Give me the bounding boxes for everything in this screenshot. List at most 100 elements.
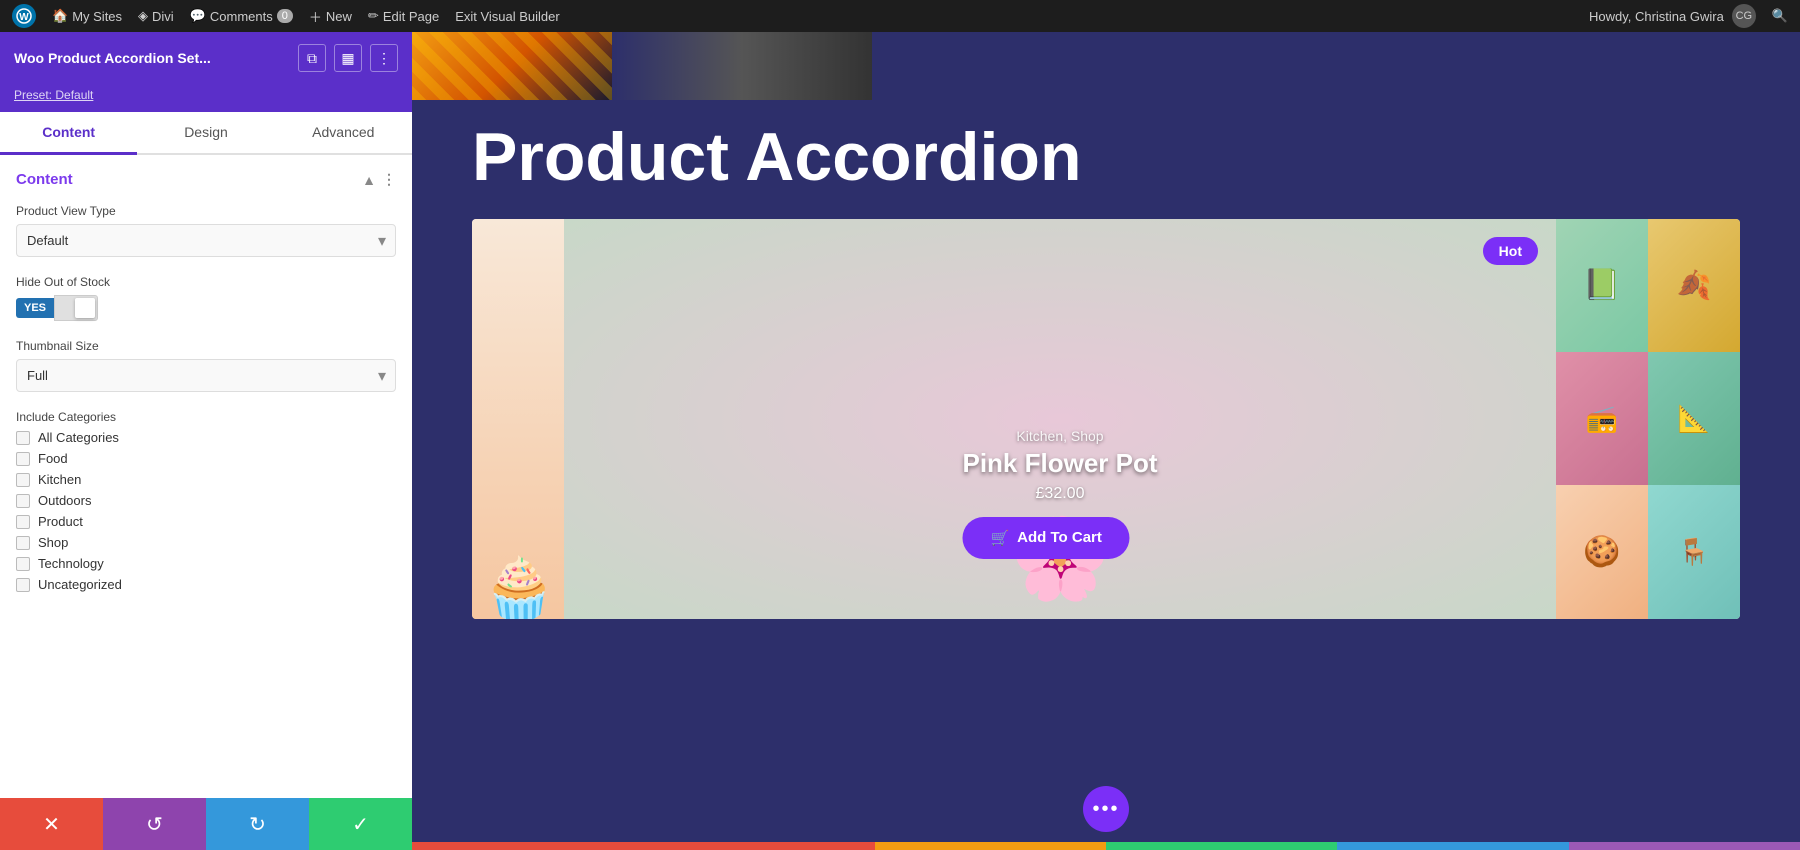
category-item-technology[interactable]: Technology <box>16 556 396 571</box>
top-image-strip <box>412 32 1800 100</box>
hide-out-of-stock-field: Hide Out of Stock YES <box>16 275 396 321</box>
svg-text:W: W <box>19 12 29 23</box>
category-list: All Categories Food Kitchen Outdoors <box>16 430 396 592</box>
comments-count-badge: 0 <box>277 9 293 23</box>
product-price: £32.00 <box>962 485 1157 503</box>
exit-builder-link[interactable]: Exit Visual Builder <box>455 9 560 24</box>
new-menu[interactable]: ＋ New <box>309 7 352 26</box>
category-label-technology: Technology <box>38 556 104 571</box>
color-segment-purple <box>1569 842 1800 850</box>
divi-menu[interactable]: ◈ Divi <box>138 8 174 24</box>
category-checkbox-product[interactable] <box>16 515 30 529</box>
admin-search-icon[interactable]: 🔍 <box>1772 8 1788 24</box>
main-product-image: Hot 🌸 Kitchen, Shop Pink Flower Pot £32.… <box>564 219 1556 619</box>
exit-builder-label: Exit Visual Builder <box>455 9 560 24</box>
expand-icon[interactable]: ⧉ <box>298 44 326 72</box>
comments-label: Comments <box>210 9 273 24</box>
user-avatar: CG <box>1732 4 1756 28</box>
category-checkbox-all[interactable] <box>16 431 30 445</box>
bottom-color-bar <box>412 842 1800 850</box>
cart-icon: 🛒 <box>990 529 1009 547</box>
color-segment-orange <box>875 842 1106 850</box>
thumbnail-size-field: Thumbnail Size Full Medium Small Thumbna… <box>16 339 396 392</box>
product-view-type-select-wrapper: Default <box>16 224 396 257</box>
toggle-yes-label[interactable]: YES <box>16 298 54 318</box>
category-checkbox-outdoors[interactable] <box>16 494 30 508</box>
panel-title: Woo Product Accordion Set... <box>14 50 211 66</box>
category-item-all[interactable]: All Categories <box>16 430 396 445</box>
plus-icon: ＋ <box>309 7 322 26</box>
include-categories-field: Include Categories All Categories Food K… <box>16 410 396 592</box>
user-account-area[interactable]: Howdy, Christina Gwira CG <box>1589 4 1756 28</box>
panel-header-icons: ⧉ ▦ ⋮ <box>298 44 398 72</box>
add-to-cart-button[interactable]: 🛒 Add To Cart <box>962 517 1129 559</box>
content-section-title: Content ▲ ⋮ <box>16 171 396 188</box>
my-sites-icon: 🏠 <box>52 8 68 24</box>
columns-icon[interactable]: ▦ <box>334 44 362 72</box>
category-item-outdoors[interactable]: Outdoors <box>16 493 396 508</box>
thumb-right-4 <box>1648 352 1740 485</box>
cancel-icon: ✕ <box>43 812 60 837</box>
more-options-button[interactable]: ••• <box>1083 786 1129 832</box>
save-button[interactable]: ✓ <box>309 798 412 850</box>
tab-advanced[interactable]: Advanced <box>275 112 412 155</box>
product-name: Pink Flower Pot <box>962 448 1157 479</box>
edit-page-link[interactable]: ✏ Edit Page <box>368 8 439 24</box>
thumbnail-size-label: Thumbnail Size <box>16 339 396 353</box>
category-label-shop: Shop <box>38 535 68 550</box>
category-item-kitchen[interactable]: Kitchen <box>16 472 396 487</box>
section-menu-icon[interactable]: ⋮ <box>382 171 396 188</box>
category-checkbox-technology[interactable] <box>16 557 30 571</box>
thumb-right-1 <box>1556 219 1648 352</box>
category-checkbox-kitchen[interactable] <box>16 473 30 487</box>
category-checkbox-uncategorized[interactable] <box>16 578 30 592</box>
thumbnail-size-select[interactable]: Full Medium Small Thumbnail <box>16 359 396 392</box>
hot-badge: Hot <box>1483 237 1538 265</box>
panel-scrollable-content: Content ▲ ⋮ Product View Type Default Hi… <box>0 155 412 798</box>
redo-button[interactable]: ↻ <box>206 798 309 850</box>
preview-main-heading: Product Accordion <box>412 100 1800 219</box>
howdy-label: Howdy, Christina Gwira <box>1589 9 1724 24</box>
toggle-thumb <box>75 298 95 318</box>
product-view-type-field: Product View Type Default <box>16 204 396 257</box>
edit-page-label: Edit Page <box>383 9 439 24</box>
hide-out-of-stock-label: Hide Out of Stock <box>16 275 396 289</box>
tab-design[interactable]: Design <box>137 112 274 155</box>
hide-out-of-stock-toggle[interactable]: YES <box>16 295 396 321</box>
my-sites-menu[interactable]: 🏠 My Sites <box>52 8 122 24</box>
product-view-type-select[interactable]: Default <box>16 224 396 257</box>
pencil-icon: ✏ <box>368 8 379 24</box>
collapse-section-icon[interactable]: ▲ <box>362 172 376 188</box>
category-checkbox-food[interactable] <box>16 452 30 466</box>
preview-content: Product Accordion Hot 🌸 Kitch <box>412 32 1800 850</box>
category-item-food[interactable]: Food <box>16 451 396 466</box>
comments-menu[interactable]: 💬 Comments 0 <box>190 8 293 24</box>
more-menu-icon[interactable]: ⋮ <box>370 44 398 72</box>
category-item-uncategorized[interactable]: Uncategorized <box>16 577 396 592</box>
toggle-track[interactable] <box>54 295 98 321</box>
category-label-kitchen: Kitchen <box>38 472 81 487</box>
add-to-cart-label: Add To Cart <box>1017 529 1102 546</box>
include-categories-label: Include Categories <box>16 410 396 424</box>
undo-button[interactable]: ↺ <box>103 798 206 850</box>
preset-bar: Preset: Default <box>0 84 412 112</box>
wordpress-logo-icon[interactable]: W <box>12 4 36 28</box>
redo-icon: ↻ <box>249 812 266 837</box>
category-item-shop[interactable]: Shop <box>16 535 396 550</box>
product-view-type-label: Product View Type <box>16 204 396 218</box>
new-label: New <box>326 9 352 24</box>
preset-label[interactable]: Preset: Default <box>14 88 93 102</box>
comment-icon: 💬 <box>190 8 206 24</box>
product-info-overlay: Kitchen, Shop Pink Flower Pot £32.00 🛒 A… <box>962 428 1157 559</box>
undo-icon: ↺ <box>146 812 163 837</box>
category-item-product[interactable]: Product <box>16 514 396 529</box>
divi-label: Divi <box>152 9 174 24</box>
tab-content[interactable]: Content <box>0 112 137 155</box>
color-segment-green <box>1106 842 1337 850</box>
cancel-button[interactable]: ✕ <box>0 798 103 850</box>
category-checkbox-shop[interactable] <box>16 536 30 550</box>
thumb-right-6 <box>1648 485 1740 618</box>
accordion-left-strip <box>472 219 564 619</box>
top-image-right <box>612 32 872 100</box>
category-label-product: Product <box>38 514 83 529</box>
